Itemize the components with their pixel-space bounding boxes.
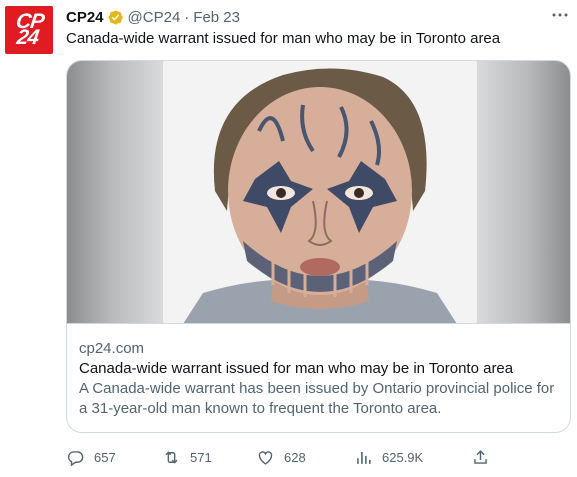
retweet-icon — [165, 450, 178, 464]
share-button[interactable] — [471, 446, 499, 468]
reply-count: 657 — [94, 449, 116, 465]
avatar-logo-bottom: 24 — [15, 26, 41, 49]
handle[interactable]: @CP24 — [128, 9, 181, 26]
separator: · — [184, 8, 190, 26]
reply-icon — [67, 450, 84, 466]
card-description: A Canada-wide warrant has been issued by… — [79, 380, 555, 417]
tweet-text: Canada-wide warrant issued for man who m… — [66, 30, 501, 47]
retweet-button[interactable]: 571 — [162, 446, 212, 468]
views-button[interactable]: 625.9K — [354, 446, 423, 468]
card-title: Canada-wide warrant issued for man who m… — [79, 360, 514, 377]
tweet[interactable]: CP 24 CP24 @CP24 · Feb 23 Canada-wide wa… — [0, 0, 577, 477]
link-card[interactable]: cp24.com Canada-wide warrant issued for … — [66, 60, 571, 433]
action-bar: 657 571 628 625.9K — [66, 446, 571, 468]
verified-badge-icon[interactable] — [107, 9, 124, 26]
reply-button[interactable]: 657 — [66, 446, 116, 468]
avatar-logo: CP 24 — [13, 10, 45, 49]
retweet-count: 571 — [190, 449, 212, 465]
image-blur-left — [67, 61, 163, 323]
tweet-header: CP24 @CP24 · Feb 23 — [66, 8, 240, 26]
heart-icon — [258, 450, 273, 465]
like-count: 628 — [284, 449, 306, 465]
like-button[interactable]: 628 — [256, 446, 306, 468]
portrait-photo — [163, 61, 477, 323]
card-domain: cp24.com — [79, 340, 145, 357]
views-icon — [357, 451, 371, 464]
share-icon — [474, 449, 487, 464]
views-count: 625.9K — [382, 449, 424, 465]
more-icon[interactable] — [548, 6, 572, 24]
avatar[interactable]: CP 24 — [5, 6, 53, 54]
display-name[interactable]: CP24 — [66, 9, 104, 26]
image-blur-right — [477, 61, 570, 323]
tweet-date[interactable]: Feb 23 — [193, 9, 240, 26]
card-image[interactable] — [67, 61, 570, 324]
